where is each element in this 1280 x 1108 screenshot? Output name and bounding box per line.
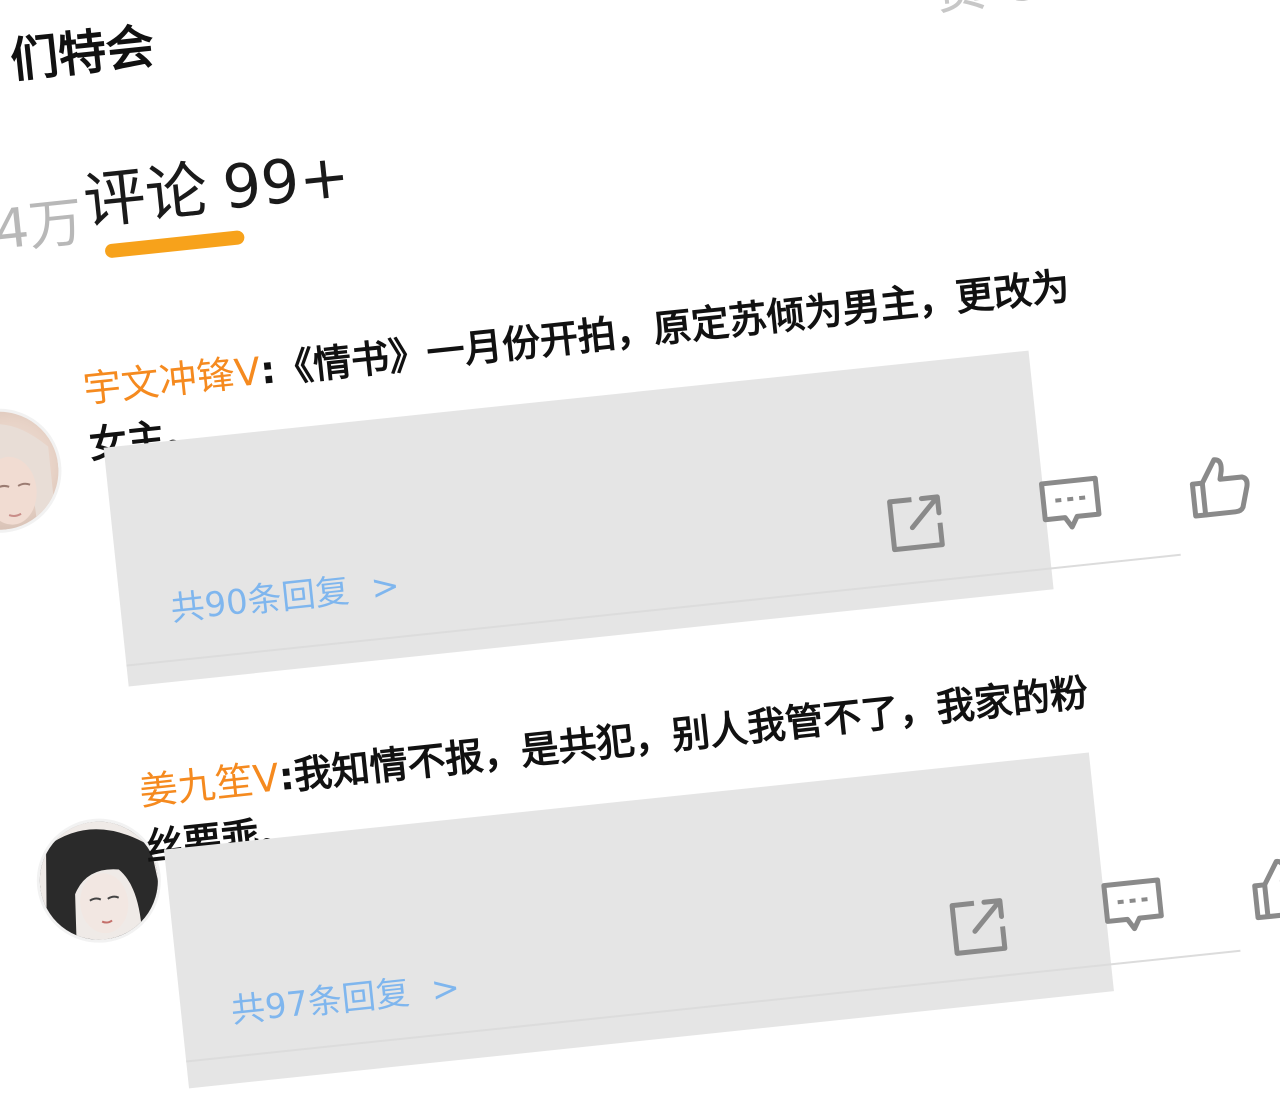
- comment-icon[interactable]: [1097, 871, 1170, 944]
- reply-count-label: 共97条回复: [229, 972, 412, 1032]
- comments-page: 们特会 赞 99 24万 评论99+ 宇文冲锋V:《情书》一月份开拍，原定苏倾为…: [0, 0, 1280, 1089]
- thumbs-up-icon[interactable]: [1246, 852, 1280, 925]
- chevron-right-icon: >: [368, 565, 402, 609]
- comment-author[interactable]: 姜九笙V: [137, 755, 281, 813]
- like-count-fragment: 赞 99: [929, 0, 1084, 25]
- avatar[interactable]: [0, 402, 68, 539]
- thumbs-up-icon[interactable]: [1183, 450, 1256, 523]
- view-replies-link[interactable]: 共90条回复 >: [168, 558, 402, 631]
- tab-comments[interactable]: 评论 99+: [79, 124, 354, 241]
- tab-comments-label: 评论: [79, 152, 211, 239]
- comment-author[interactable]: 宇文冲锋V: [81, 349, 263, 411]
- avatar-portrait-icon: [0, 424, 57, 539]
- reply-count-label: 共90条回复: [168, 571, 352, 630]
- chevron-right-icon: >: [429, 967, 462, 1011]
- share-icon[interactable]: [943, 890, 1016, 963]
- share-icon[interactable]: [881, 486, 954, 559]
- view-replies-link[interactable]: 共97条回复 >: [228, 960, 462, 1033]
- comment-icon[interactable]: [1035, 470, 1108, 543]
- tab-previous[interactable]: 24万: [0, 177, 86, 268]
- tab-comments-count: 99+: [219, 140, 353, 224]
- post-title-fragment: 们特会: [7, 18, 157, 90]
